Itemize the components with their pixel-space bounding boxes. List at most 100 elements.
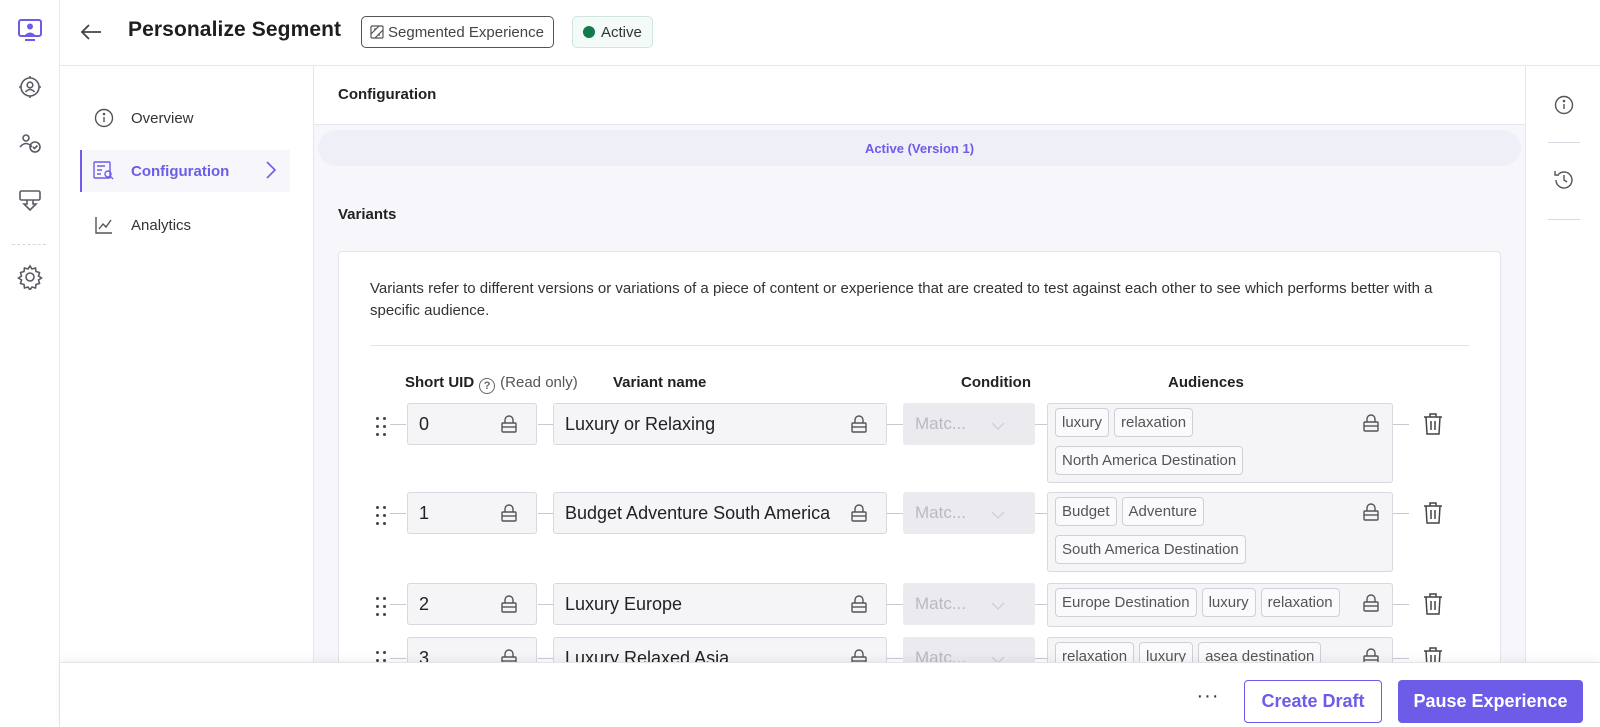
delete-variant-button[interactable]	[1422, 646, 1444, 662]
variant-name-value: Luxury Relaxed Asia	[565, 647, 730, 663]
variant-name-field[interactable]: Luxury or Relaxing	[553, 403, 887, 445]
nav-item-overview[interactable]: Overview	[80, 97, 290, 139]
status-badge: Active	[572, 16, 653, 48]
page-header: Personalize Segment Segmented Experience…	[60, 0, 1600, 66]
drag-handle-icon[interactable]	[375, 416, 389, 438]
condition-select[interactable]: Matc...	[903, 583, 1035, 625]
short-uid-field[interactable]: 1	[407, 492, 537, 534]
variant-name-value: Budget Adventure South America	[565, 502, 831, 523]
nav-item-label: Overview	[131, 109, 194, 127]
audience-tag: relaxation	[1114, 408, 1194, 437]
variant-row: 1 Budget Adventure South America Matc...…	[339, 492, 1502, 572]
condition-value: Matc...	[915, 503, 967, 522]
variant-name-field[interactable]: Budget Adventure South America	[553, 492, 887, 534]
column-header-condition: Condition	[961, 374, 1031, 391]
nav-item-configuration[interactable]: Configuration	[80, 150, 290, 192]
trash-icon	[1424, 647, 1442, 662]
back-button[interactable]	[77, 18, 105, 46]
personalize-icon[interactable]	[15, 15, 45, 45]
lock-icon	[848, 647, 870, 662]
delete-variant-button[interactable]	[1422, 501, 1444, 525]
drag-handle-icon[interactable]	[375, 505, 389, 527]
short-uid-value: 1	[419, 502, 430, 523]
trash-icon	[1424, 502, 1442, 524]
settings-icon[interactable]	[15, 262, 45, 292]
condition-value: Matc...	[915, 648, 967, 662]
audiences-field[interactable]: Europe Destination luxury relaxation	[1047, 583, 1393, 627]
audience-tag: relaxation	[1260, 588, 1340, 617]
audience-tag: relaxation	[1055, 642, 1135, 662]
divider	[1548, 142, 1580, 143]
variant-name-field[interactable]: Luxury Europe	[553, 583, 887, 625]
short-uid-field[interactable]: 3	[407, 637, 537, 662]
more-options-button[interactable]: ···	[1193, 681, 1223, 711]
audiences-field[interactable]: luxury relaxation North America Destinat…	[1047, 403, 1393, 483]
condition-select[interactable]: Matc...	[903, 492, 1035, 534]
rail-separator	[12, 244, 46, 245]
right-rail	[1525, 66, 1600, 662]
drag-handle-icon[interactable]	[375, 650, 389, 662]
configuration-icon	[91, 158, 117, 184]
trash-icon	[1424, 413, 1442, 435]
section-title: Configuration	[338, 86, 437, 103]
short-uid-value: 3	[419, 647, 430, 663]
condition-select[interactable]: Matc...	[903, 403, 1035, 445]
nav-item-analytics[interactable]: Analytics	[80, 204, 290, 246]
audience-icon[interactable]	[15, 72, 45, 102]
version-indicator: Active (Version 1)	[318, 130, 1521, 166]
lock-icon	[1362, 503, 1380, 526]
chevron-down-icon	[991, 596, 1005, 616]
column-header-variant-name: Variant name	[613, 374, 707, 391]
variant-name-value: Luxury or Relaxing	[565, 413, 716, 434]
short-uid-field[interactable]: 2	[407, 583, 537, 625]
lock-icon	[498, 647, 520, 662]
audience-tag: Adventure	[1121, 497, 1204, 526]
help-icon[interactable]: ?	[479, 378, 496, 394]
lock-icon	[848, 593, 870, 615]
pause-experience-button[interactable]: Pause Experience	[1398, 680, 1583, 723]
drag-handle-icon[interactable]	[375, 596, 389, 618]
chevron-right-icon	[266, 161, 277, 183]
lock-icon	[848, 502, 870, 524]
column-header-audiences: Audiences	[1168, 374, 1244, 391]
lock-icon	[1362, 594, 1380, 617]
audiences-field[interactable]: relaxation luxury asea destination	[1047, 637, 1393, 662]
segments-icon[interactable]	[15, 128, 45, 158]
audience-tag: luxury	[1201, 588, 1256, 617]
condition-value: Matc...	[915, 414, 967, 433]
variant-name-value: Luxury Europe	[565, 593, 683, 614]
audience-tag: luxury	[1055, 408, 1110, 437]
nav-item-label: Analytics	[131, 216, 192, 234]
delete-variant-button[interactable]	[1422, 412, 1444, 436]
footer-bar: ··· Create Draft Pause Experience	[60, 662, 1600, 727]
experience-type-label: Segmented Experience	[388, 23, 544, 41]
condition-select[interactable]: Matc...	[903, 637, 1035, 662]
short-uid-label: Short UID	[405, 374, 475, 391]
version-history-icon[interactable]	[1553, 169, 1575, 191]
page-title: Personalize Segment	[128, 18, 342, 41]
create-draft-button[interactable]: Create Draft	[1244, 680, 1382, 723]
divider	[1548, 219, 1580, 220]
audiences-field[interactable]: Budget Adventure South America Destinati…	[1047, 492, 1393, 572]
short-uid-value: 2	[419, 593, 430, 614]
lock-icon	[1362, 648, 1380, 662]
status-dot	[583, 26, 595, 38]
chevron-down-icon	[991, 650, 1005, 662]
variant-name-field[interactable]: Luxury Relaxed Asia	[553, 637, 887, 662]
delete-variant-button[interactable]	[1422, 592, 1444, 616]
experiments-icon[interactable]	[15, 185, 45, 215]
read-only-note: (Read only)	[500, 374, 578, 391]
info-icon[interactable]	[1553, 94, 1575, 116]
short-uid-field[interactable]: 0	[407, 403, 537, 445]
variant-row: 0 Luxury or Relaxing Matc... luxury rela…	[339, 403, 1502, 483]
variant-row: 3 Luxury Relaxed Asia Matc... relaxation…	[339, 637, 1502, 662]
lock-icon	[1362, 414, 1380, 437]
info-icon	[91, 105, 117, 131]
short-uid-value: 0	[419, 413, 430, 434]
experience-type-chip: Segmented Experience	[361, 16, 554, 48]
segmented-experience-icon	[370, 25, 384, 39]
secondary-nav: Overview Configuration Analytics	[60, 66, 314, 662]
lock-icon	[498, 502, 520, 524]
variants-description: Variants refer to different versions or …	[370, 280, 1433, 319]
audience-tag: North America Destination	[1055, 445, 1244, 475]
